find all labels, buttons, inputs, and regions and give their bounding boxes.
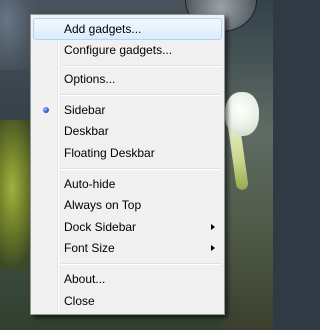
menu-item-label: Close	[64, 294, 95, 308]
menu-item-label: Options...	[64, 72, 116, 86]
menu-item-always-on-top[interactable]: Always on Top	[33, 194, 222, 216]
menu-item-about[interactable]: About...	[33, 268, 222, 290]
radio-selected-icon	[43, 107, 49, 113]
menu-item-label: Sidebar	[64, 103, 106, 117]
menu-item-add-gadgets[interactable]: Add gadgets...	[33, 18, 222, 40]
wallpaper-right	[221, 0, 273, 330]
menu-item-label: About...	[64, 272, 106, 286]
context-menu: Add gadgets... Configure gadgets... Opti…	[30, 14, 225, 315]
menu-item-label: Always on Top	[64, 198, 142, 212]
menu-item-label: Floating Deskbar	[64, 146, 155, 160]
menu-item-auto-hide[interactable]: Auto-hide	[33, 173, 222, 195]
menu-separator	[61, 263, 221, 265]
menu-item-sidebar[interactable]: Sidebar	[33, 99, 222, 121]
menu-item-floating-deskbar[interactable]: Floating Deskbar	[33, 142, 222, 164]
menu-item-options[interactable]: Options...	[33, 68, 222, 90]
menu-item-deskbar[interactable]: Deskbar	[33, 120, 222, 142]
menu-item-font-size[interactable]: Font Size	[33, 237, 222, 259]
menu-separator	[61, 65, 221, 67]
menu-item-label: Deskbar	[64, 124, 109, 138]
submenu-arrow-icon	[211, 245, 215, 251]
menu-item-label: Font Size	[64, 241, 115, 255]
menu-item-configure-gadgets[interactable]: Configure gadgets...	[33, 39, 222, 61]
menu-item-label: Auto-hide	[64, 177, 116, 191]
menu-item-label: Configure gadgets...	[64, 43, 173, 57]
menu-item-label: Dock Sidebar	[64, 220, 137, 234]
menu-item-dock-sidebar[interactable]: Dock Sidebar	[33, 216, 222, 238]
menu-separator	[61, 168, 221, 170]
menu-separator	[61, 94, 221, 96]
wallpaper-flower	[225, 92, 259, 136]
menu-item-close[interactable]: Close	[33, 290, 222, 312]
submenu-arrow-icon	[211, 224, 215, 230]
menu-item-label: Add gadgets...	[64, 22, 142, 36]
